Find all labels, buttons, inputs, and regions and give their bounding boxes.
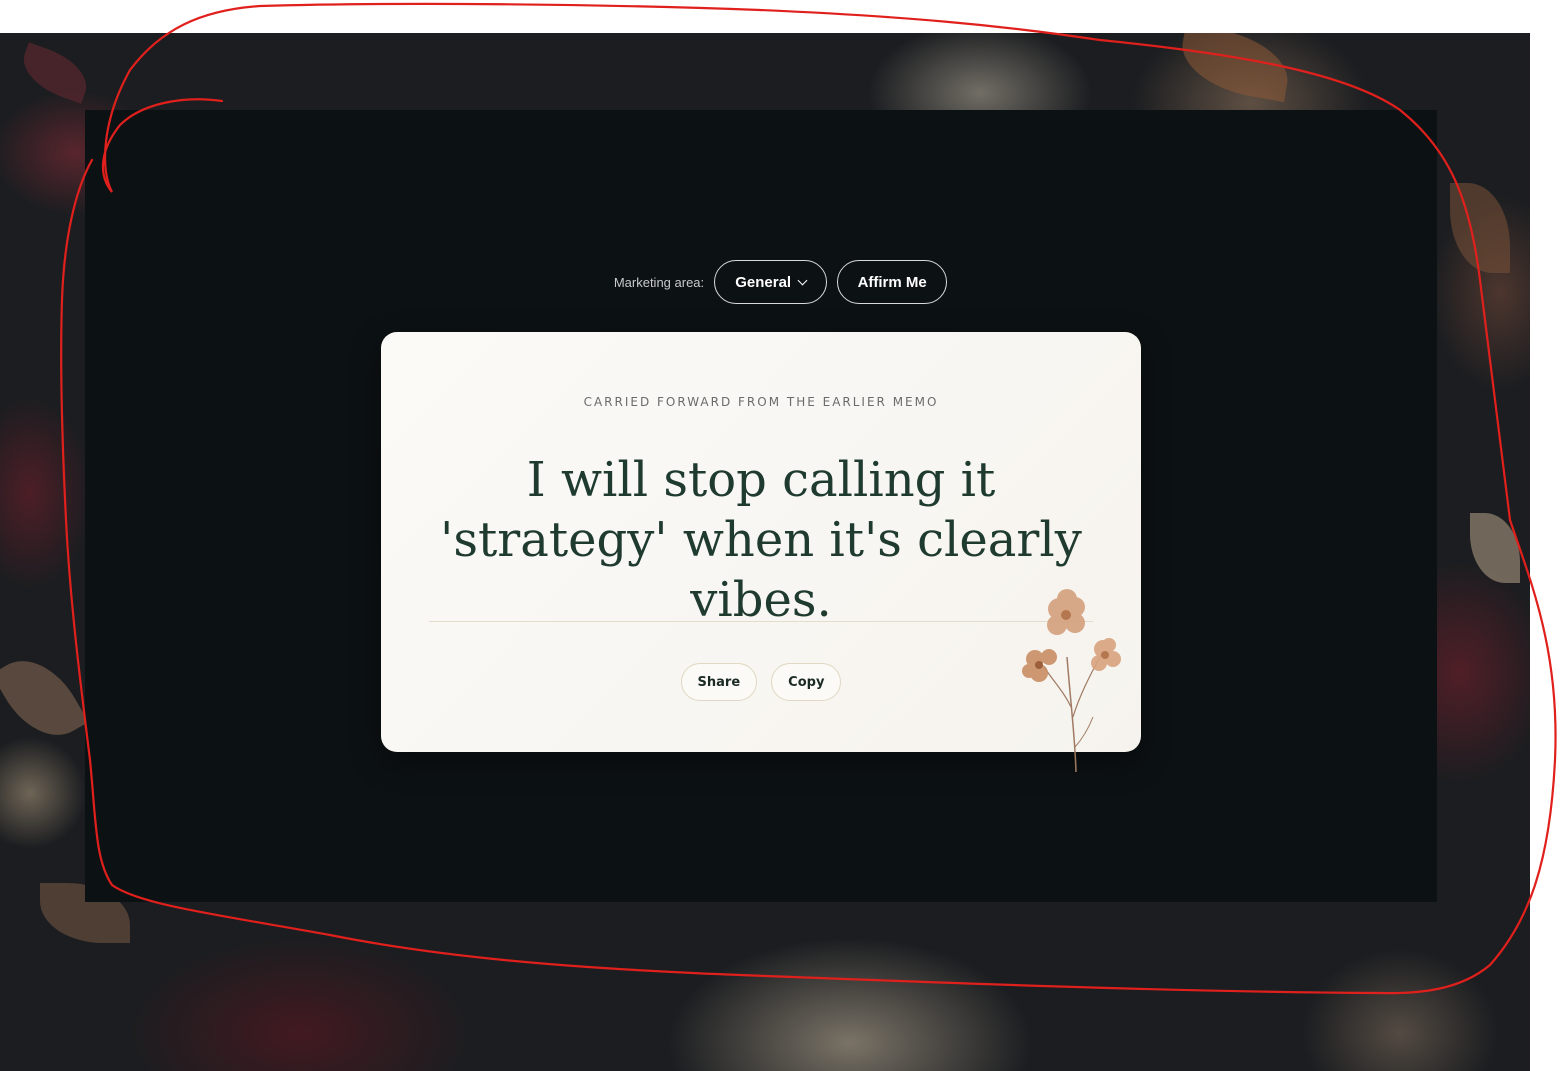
wallpaper-leaf — [1470, 513, 1520, 583]
wallpaper-leaf — [1175, 33, 1295, 103]
affirm-me-button[interactable]: Affirm Me — [837, 260, 948, 304]
affirmation-controls: Marketing area: General Affirm Me — [0, 260, 1561, 304]
affirmation-card: CARRIED FORWARD FROM THE EARLIER MEMO I … — [381, 332, 1141, 773]
marketing-area-value: General — [735, 273, 792, 291]
card-divider — [429, 621, 1093, 622]
card-eyebrow: CARRIED FORWARD FROM THE EARLIER MEMO — [583, 395, 939, 409]
dried-flower-icon — [1022, 589, 1121, 773]
marketing-area-label: Marketing area: — [613, 274, 705, 290]
wallpaper-leaf — [0, 644, 89, 752]
chevron-down-icon — [797, 275, 808, 285]
marketing-area-dropdown[interactable]: General — [714, 260, 828, 304]
affirmation-quote: I will stop calling it 'strategy' when i… — [440, 452, 1082, 628]
share-button[interactable]: Share — [680, 663, 758, 701]
wallpaper-leaf — [15, 42, 95, 104]
copy-button[interactable]: Copy — [771, 663, 842, 701]
